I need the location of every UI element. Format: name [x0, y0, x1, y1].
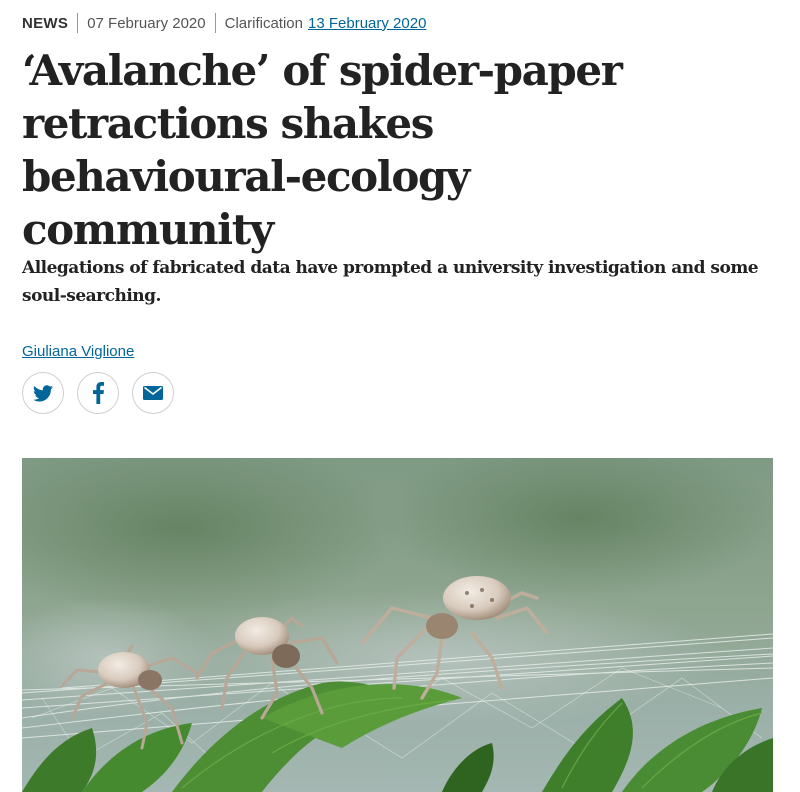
share-email-button[interactable] — [132, 372, 174, 414]
author-link[interactable]: Giuliana Viglione — [22, 343, 134, 360]
share-facebook-button[interactable] — [77, 372, 119, 414]
spiders-photo — [22, 458, 773, 792]
meta-divider — [214, 13, 216, 33]
article-standfirst: Allegations of fabricated data have prom… — [22, 258, 759, 306]
article-meta: NEWS 07 February 2020 Clarification 13 F… — [22, 12, 426, 34]
share-buttons — [22, 372, 174, 414]
clarification-label: Clarification — [224, 14, 303, 32]
facebook-icon — [92, 382, 104, 404]
clarification-date-link[interactable]: 13 February 2020 — [308, 15, 426, 32]
publish-date: 07 February 2020 — [87, 14, 206, 32]
twitter-icon — [33, 384, 53, 401]
share-twitter-button[interactable] — [22, 372, 64, 414]
meta-divider — [77, 13, 79, 33]
article-type: NEWS — [22, 14, 69, 32]
hero-image — [22, 458, 773, 792]
email-icon — [143, 386, 163, 400]
article-title: ‘Avalanche’ of spider-paper retractions … — [22, 46, 623, 254]
article-page: NEWS 07 February 2020 Clarification 13 F… — [0, 0, 800, 792]
